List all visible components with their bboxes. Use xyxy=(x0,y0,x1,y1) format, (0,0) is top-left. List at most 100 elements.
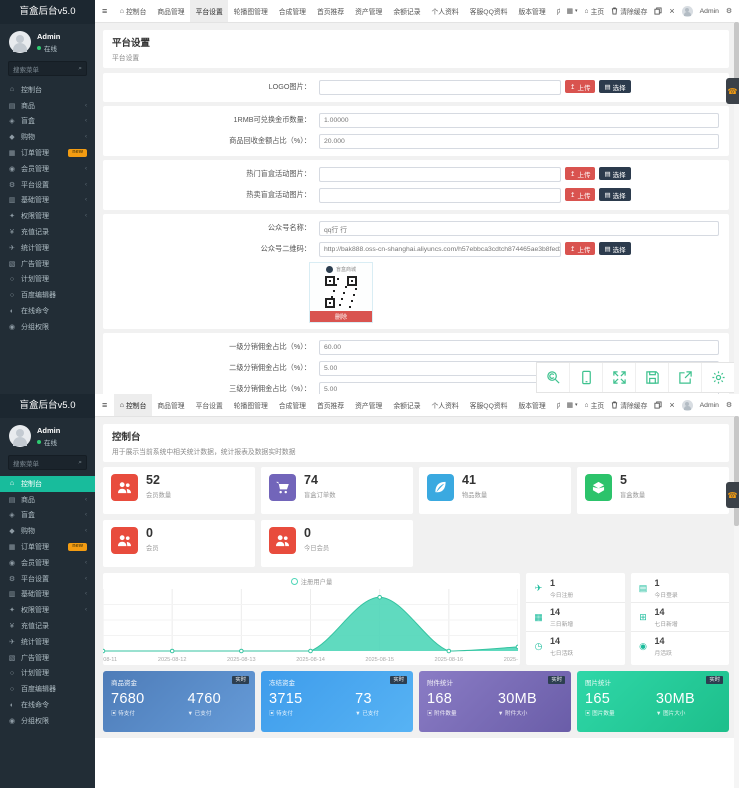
sidebar-item-14[interactable]: ◐ 在线命令 xyxy=(0,303,95,319)
form-input[interactable] xyxy=(319,188,561,203)
tab-6[interactable]: 资产管理 xyxy=(350,0,388,22)
close-icon[interactable]: × xyxy=(669,400,674,410)
clear-cache-button[interactable]: 清除缓存 xyxy=(611,6,647,16)
sidebar-item-9[interactable]: ¥ 充值记录 xyxy=(0,224,95,240)
tab-8[interactable]: 个人资料 xyxy=(426,0,464,22)
sidebar-item-11[interactable]: ▧ 广告管理 xyxy=(0,650,95,666)
tab-8[interactable]: 个人资料 xyxy=(426,394,464,416)
tab-2[interactable]: 平台设置 xyxy=(190,0,229,22)
delete-qr-button[interactable]: 删除 xyxy=(310,311,372,322)
sidebar-item-8[interactable]: ✦ 权限管理 ‹ xyxy=(0,208,95,224)
toolbar-zoom-icon[interactable] xyxy=(537,363,569,392)
search-icon[interactable]: ⌕ xyxy=(78,65,82,73)
refresh-icon[interactable] xyxy=(654,7,662,15)
toolbar-share-icon[interactable] xyxy=(668,363,701,392)
sidebar-item-2[interactable]: ◈ 盲盒 ‹ xyxy=(0,508,95,524)
sidebar-search-input[interactable]: 搜索菜单 ⌕ xyxy=(8,455,87,470)
sidebar-item-9[interactable]: ¥ 充值记录 xyxy=(0,618,95,634)
sidebar-search-input[interactable]: 搜索菜单 ⌕ xyxy=(8,61,87,76)
form-input[interactable]: 20.000 xyxy=(319,134,719,149)
tab-9[interactable]: 客服QQ资料 xyxy=(464,0,513,22)
tab-0[interactable]: ⌂ 控制台 xyxy=(114,0,152,22)
avatar[interactable] xyxy=(681,399,693,411)
sidebar-item-13[interactable]: ○ 百度编辑器 xyxy=(0,287,95,303)
tab-0[interactable]: ⌂ 控制台 xyxy=(114,394,152,416)
sidebar-item-3[interactable]: ◆ 购物 ‹ xyxy=(0,523,95,539)
navbar-user-name[interactable]: Admin xyxy=(700,402,719,409)
scrollbar[interactable] xyxy=(734,416,739,788)
sidebar-item-12[interactable]: ○ 计划管理 xyxy=(0,666,95,682)
menu-toggle-icon[interactable]: ≡ xyxy=(95,6,114,16)
home-link[interactable]: ⌂ 主页 xyxy=(584,6,604,17)
sidebar-item-8[interactable]: ✦ 权限管理 ‹ xyxy=(0,602,95,618)
tab-9[interactable]: 客服QQ资料 xyxy=(464,394,513,416)
sidebar-item-0[interactable]: ⌂ 控制台 xyxy=(0,82,95,98)
upload-button[interactable]: ↥ 上传 xyxy=(565,242,596,255)
sidebar-item-3[interactable]: ◆ 购物 ‹ xyxy=(0,129,95,145)
navbar-user-name[interactable]: Admin xyxy=(700,8,719,15)
refresh-icon[interactable] xyxy=(654,401,662,409)
toolbar-device-icon[interactable] xyxy=(569,363,602,392)
sidebar-item-6[interactable]: ⚙ 平台设置 ‹ xyxy=(0,177,95,193)
toolbar-expand-icon[interactable] xyxy=(602,363,635,392)
sidebar-item-15[interactable]: ◉ 分组权限 xyxy=(0,713,95,729)
sidebar-item-0[interactable]: ⌂ 控制台 xyxy=(0,476,95,492)
tab-4[interactable]: 合成管理 xyxy=(273,394,311,416)
layout-grid-icon[interactable]: ▦ ▾ xyxy=(567,7,578,15)
form-input[interactable] xyxy=(319,80,561,95)
tab-3[interactable]: 轮播图管理 xyxy=(228,0,273,22)
sidebar-item-7[interactable]: ▥ 基础管理 ‹ xyxy=(0,193,95,209)
choose-button[interactable]: ▤ 选择 xyxy=(599,167,631,180)
scrollbar-thumb[interactable] xyxy=(734,416,739,526)
search-icon[interactable]: ⌕ xyxy=(78,459,82,467)
avatar[interactable] xyxy=(681,5,693,17)
tab-1[interactable]: 商品管理 xyxy=(152,0,190,22)
tab-7[interactable]: 余额记录 xyxy=(388,394,426,416)
sidebar-item-13[interactable]: ○ 百度编辑器 xyxy=(0,681,95,697)
upload-button[interactable]: ↥ 上传 xyxy=(565,188,596,201)
menu-toggle-icon[interactable]: ≡ xyxy=(95,400,114,410)
sidebar-item-12[interactable]: ○ 计划管理 xyxy=(0,272,95,288)
choose-button[interactable]: ▤ 选择 xyxy=(599,242,631,255)
sidebar-item-6[interactable]: ⚙ 平台设置 ‹ xyxy=(0,571,95,587)
layout-grid-icon[interactable]: ▦ ▾ xyxy=(567,401,578,409)
contact-widget[interactable]: ☎ xyxy=(726,482,739,508)
tab-3[interactable]: 轮播图管理 xyxy=(228,394,273,416)
scrollbar-thumb[interactable] xyxy=(734,22,739,84)
choose-button[interactable]: ▤ 选择 xyxy=(599,188,631,201)
form-input[interactable]: http://bak888.oss-cn-shanghai.aliyuncs.c… xyxy=(319,242,561,257)
sidebar-item-11[interactable]: ▧ 广告管理 xyxy=(0,256,95,272)
toolbar-settings-icon[interactable] xyxy=(701,363,734,392)
sidebar-item-4[interactable]: ▦ 订单管理 new xyxy=(0,145,95,161)
tab-11[interactable]: 内购选项 xyxy=(551,0,560,22)
form-input[interactable]: 1.00000 xyxy=(319,113,719,128)
clear-cache-button[interactable]: 清除缓存 xyxy=(611,400,647,410)
sidebar-item-4[interactable]: ▦ 订单管理 new xyxy=(0,539,95,555)
tab-7[interactable]: 余额记录 xyxy=(388,0,426,22)
upload-button[interactable]: ↥ 上传 xyxy=(565,80,596,93)
sidebar-item-7[interactable]: ▥ 基础管理 ‹ xyxy=(0,587,95,603)
settings-icon[interactable]: ⚙ xyxy=(726,7,732,15)
sidebar-item-10[interactable]: ✈ 统计管理 xyxy=(0,240,95,256)
tab-5[interactable]: 首页推荐 xyxy=(311,0,349,22)
sidebar-item-14[interactable]: ◐ 在线命令 xyxy=(0,697,95,713)
sidebar-item-5[interactable]: ◉ 会员管理 ‹ xyxy=(0,555,95,571)
sidebar-item-10[interactable]: ✈ 统计管理 xyxy=(0,634,95,650)
tab-2[interactable]: 平台设置 xyxy=(190,394,228,416)
tab-6[interactable]: 资产管理 xyxy=(350,394,388,416)
tab-5[interactable]: 首页推荐 xyxy=(311,394,349,416)
form-input[interactable] xyxy=(319,167,561,182)
sidebar-item-1[interactable]: ▤ 商品 ‹ xyxy=(0,492,95,508)
sidebar-item-2[interactable]: ◈ 盲盒 ‹ xyxy=(0,114,95,130)
contact-widget[interactable]: ☎ xyxy=(726,78,739,104)
tab-10[interactable]: 版本管理 xyxy=(513,0,551,22)
form-input[interactable]: 60.00 xyxy=(319,340,719,355)
tab-10[interactable]: 版本管理 xyxy=(513,394,551,416)
form-input[interactable]: qq行 行 xyxy=(319,221,719,236)
upload-button[interactable]: ↥ 上传 xyxy=(565,167,596,180)
close-icon[interactable]: × xyxy=(669,6,674,16)
settings-icon[interactable]: ⚙ xyxy=(726,401,732,409)
tab-1[interactable]: 商品管理 xyxy=(152,394,190,416)
home-link[interactable]: ⌂ 主页 xyxy=(584,400,604,411)
sidebar-item-5[interactable]: ◉ 会员管理 ‹ xyxy=(0,161,95,177)
